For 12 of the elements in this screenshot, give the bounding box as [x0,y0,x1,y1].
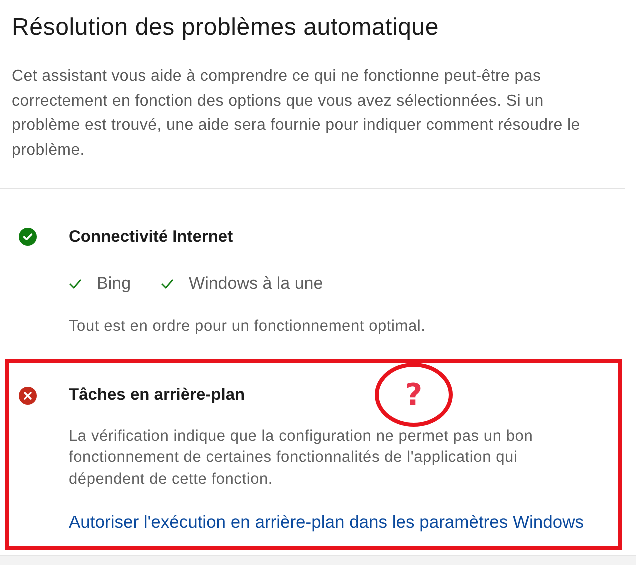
page-title: Résolution des problèmes automatique [11,13,440,43]
section-title: Connectivité Internet [69,228,234,246]
check-label: Bing [97,274,132,294]
description-text: Cet assistant vous aide à comprendre ce qui ne fonctionne peut-être pas correctement en fonction des options que vous avez sélectionnées. Si un problème est trouvé, une aide sera fournie pour indiquer comment résoudre le problème. [12,67,582,160]
error-icon [19,386,37,404]
check-label: Windows à la une [189,274,324,294]
question-mark-annotation: ? [375,363,453,427]
settings-link[interactable]: Autoriser l'exécution en arrière-plan dans les paramètres Windows [69,512,584,533]
section-title: Tâches en arrière-plan [69,386,246,405]
success-icon [19,228,37,246]
status-message: Tout est en ordre pour un fonctionnement optimal. [69,317,427,337]
status-message: La vérification indique que la configuration ne permet pas un bon fonctionnement de certaines fonctionnalités de l'application qui dépendent de cette fonction. [69,426,534,490]
